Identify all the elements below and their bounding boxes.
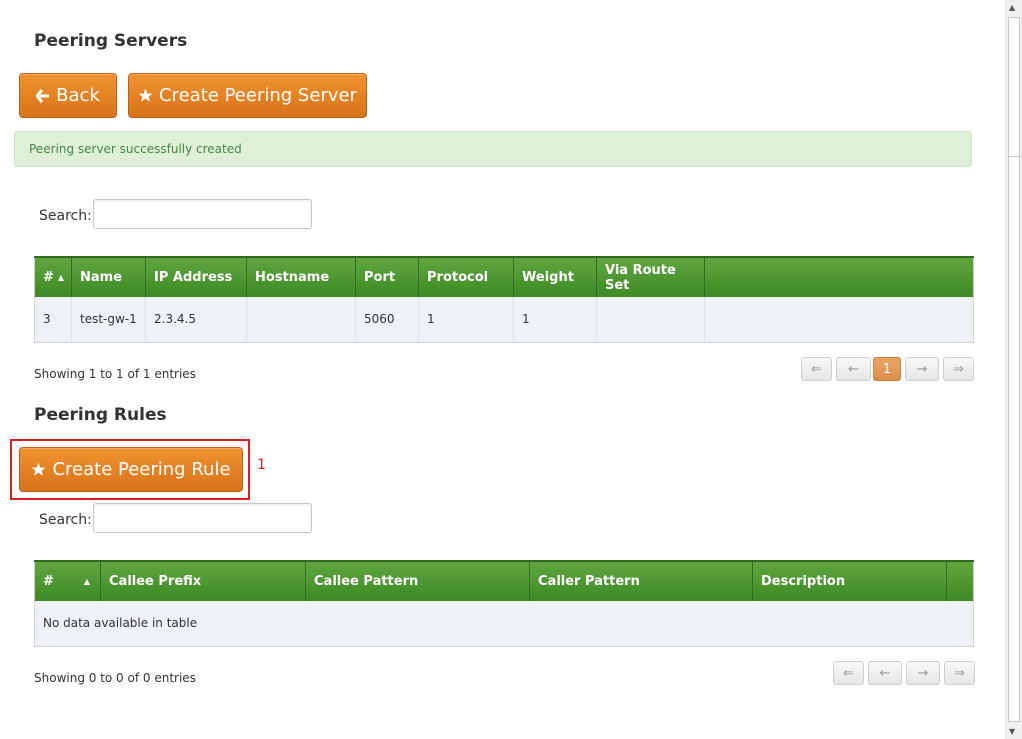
servers-search-input[interactable]	[93, 199, 312, 229]
next-page-button[interactable]: →	[906, 661, 940, 685]
cell-protocol: 1	[418, 297, 514, 342]
cell-via-route-set	[596, 297, 705, 342]
cell-weight: 1	[513, 297, 597, 342]
next-page-button[interactable]: →	[905, 357, 939, 381]
first-page-button[interactable]: ⇐	[801, 357, 832, 381]
scroll-up-icon[interactable]: ▲	[1009, 3, 1015, 12]
servers-table-info: Showing 1 to 1 of 1 entries	[34, 367, 196, 381]
cell-actions	[704, 297, 974, 342]
create-peering-server-button[interactable]: Create Peering Server	[128, 73, 367, 118]
peering-rules-title: Peering Rules	[34, 405, 167, 425]
arrow-left-icon	[36, 88, 50, 103]
column-header-hostname[interactable]: Hostname	[246, 256, 356, 297]
scrollbar-thumb[interactable]	[1008, 17, 1020, 157]
column-header-actions	[946, 560, 974, 601]
column-header-protocol[interactable]: Protocol	[418, 256, 514, 297]
rules-pagination: ⇐ ← → ⇒	[833, 661, 975, 685]
column-header-id[interactable]: # ▲	[34, 256, 72, 297]
column-header-id[interactable]: # ▲	[34, 560, 101, 601]
empty-row: No data available in table	[34, 601, 974, 646]
sort-asc-icon: ▲	[57, 273, 65, 282]
first-page-button[interactable]: ⇐	[833, 661, 864, 685]
column-header-callee-pattern[interactable]: Callee Pattern	[305, 560, 530, 601]
column-header-via-route-set[interactable]: Via Route Set	[596, 256, 705, 297]
scroll-down-icon[interactable]: ▼	[1009, 727, 1015, 736]
previous-page-button[interactable]: ←	[836, 357, 871, 381]
previous-page-button[interactable]: ←	[868, 661, 902, 685]
peering-servers-table: # ▲ Name IP Address Hostname Port Protoco…	[34, 256, 974, 343]
success-alert: Peering server successfully created	[14, 131, 972, 167]
last-page-button[interactable]: ⇒	[943, 357, 974, 381]
servers-search-label: Search:	[39, 208, 92, 224]
empty-table-message: No data available in table	[34, 601, 974, 646]
column-header-port[interactable]: Port	[355, 256, 419, 297]
cell-name: test-gw-1	[71, 297, 146, 342]
column-header-callee-prefix[interactable]: Callee Prefix	[100, 560, 306, 601]
vertical-scrollbar[interactable]: ▲ ▼	[1005, 0, 1022, 739]
create-peering-rule-label: Create Peering Rule	[52, 458, 231, 480]
create-peering-rule-button[interactable]: Create Peering Rule	[19, 447, 243, 492]
servers-pagination: ⇐ ← 1 → ⇒	[801, 357, 974, 381]
page-1-button[interactable]: 1	[873, 357, 901, 381]
column-header-name[interactable]: Name	[71, 256, 146, 297]
peering-rules-table: # ▲ Callee Prefix Callee Pattern Caller P…	[34, 560, 974, 647]
column-header-actions	[704, 256, 974, 297]
star-icon	[138, 88, 153, 103]
annotation-number: 1	[257, 457, 266, 473]
scrollbar-track[interactable]	[1008, 157, 1020, 722]
back-button[interactable]: Back	[19, 73, 117, 118]
cell-ip-address: 2.3.4.5	[145, 297, 247, 342]
rules-search-input[interactable]	[93, 503, 312, 533]
sort-asc-icon: ▲	[83, 577, 91, 586]
cell-hostname	[246, 297, 356, 342]
rules-header-row: # ▲ Callee Prefix Callee Pattern Caller P…	[34, 560, 974, 601]
column-header-caller-pattern[interactable]: Caller Pattern	[529, 560, 753, 601]
servers-header-row: # ▲ Name IP Address Hostname Port Protoco…	[34, 256, 974, 297]
success-alert-text: Peering server successfully created	[29, 142, 242, 156]
last-page-button[interactable]: ⇒	[944, 661, 975, 685]
create-peering-server-label: Create Peering Server	[159, 84, 357, 106]
table-row[interactable]: 3 test-gw-1 2.3.4.5 5060 1 1	[34, 297, 974, 342]
column-header-weight[interactable]: Weight	[513, 256, 597, 297]
cell-id: 3	[34, 297, 72, 342]
column-header-description[interactable]: Description	[752, 560, 947, 601]
rules-search-label: Search:	[39, 512, 92, 528]
peering-servers-title: Peering Servers	[34, 31, 188, 51]
rules-table-info: Showing 0 to 0 of 0 entries	[34, 671, 196, 685]
back-button-label: Back	[56, 84, 100, 106]
cell-port: 5060	[355, 297, 419, 342]
column-header-ip-address[interactable]: IP Address	[145, 256, 247, 297]
star-icon	[31, 462, 46, 477]
